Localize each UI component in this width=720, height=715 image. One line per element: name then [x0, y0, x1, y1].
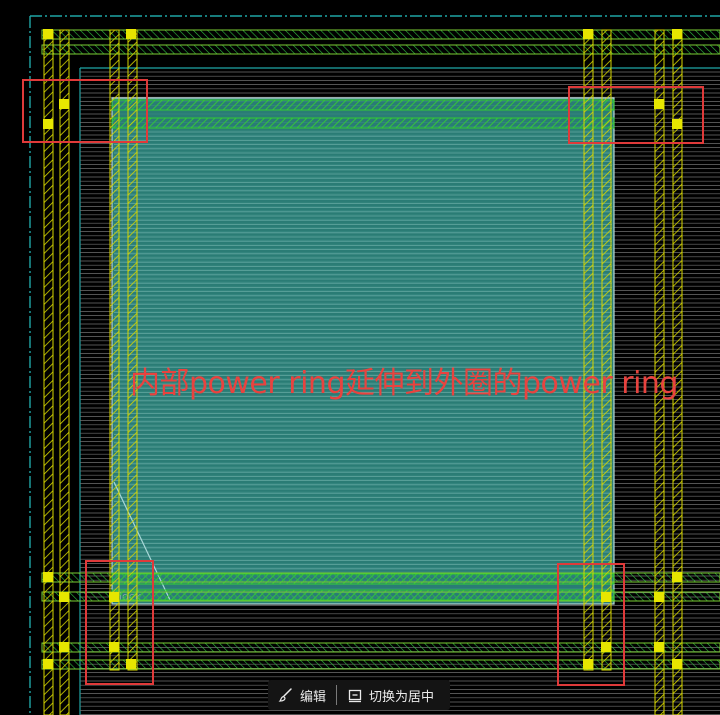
via-square	[672, 572, 682, 582]
via-square	[109, 592, 119, 602]
via-square	[654, 99, 664, 109]
via-square	[126, 659, 136, 669]
via-square	[59, 592, 69, 602]
via-square	[583, 659, 593, 669]
image-toolbar: 编辑 切换为居中	[268, 680, 450, 710]
brush-icon	[278, 687, 294, 703]
via-square	[43, 29, 53, 39]
edit-label: 编辑	[300, 689, 327, 705]
layout-canvas: block	[22, 15, 720, 715]
annotation-text: 内部power ring延伸到外圈的power ring	[130, 366, 678, 401]
via-square	[672, 659, 682, 669]
via-square	[43, 572, 53, 582]
via-square	[672, 119, 682, 129]
via-square	[43, 659, 53, 669]
center-label: 切换为居中	[369, 689, 435, 705]
via-square	[601, 592, 611, 602]
via-square	[583, 29, 593, 39]
edit-button[interactable]: 编辑	[268, 680, 336, 710]
via-square	[654, 592, 664, 602]
via-square	[654, 642, 664, 652]
center-toggle-button[interactable]: 切换为居中	[337, 680, 444, 710]
via-square	[126, 29, 136, 39]
via-square	[59, 99, 69, 109]
via-square	[672, 29, 682, 39]
center-frame-icon	[347, 687, 363, 703]
via-square	[601, 642, 611, 652]
via-square	[43, 119, 53, 129]
core-area: block	[111, 97, 615, 605]
via-square	[109, 642, 119, 652]
via-square	[59, 642, 69, 652]
